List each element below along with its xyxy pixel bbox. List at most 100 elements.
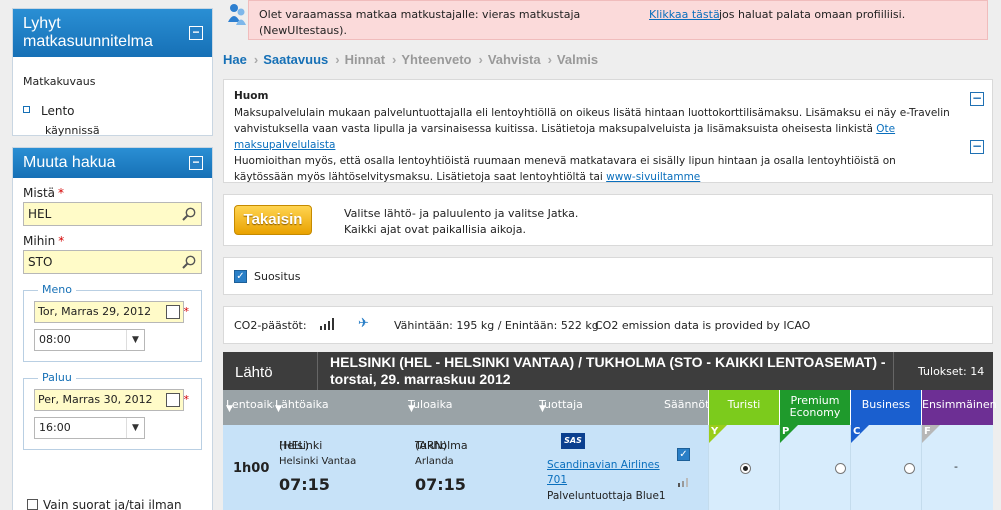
calendar-icon[interactable] [166,305,180,319]
fare-cell-first: F - [921,425,993,510]
outbound-group: Meno * Tor, Marras 29, 2012 08:00 ▼ [23,283,202,362]
fare-cell-economy[interactable]: Y [708,425,779,510]
itinerary-panel: Lyhyt matkasuunnitelma − Matkakuvaus Len… [12,8,213,137]
signal-bars-icon [678,478,688,487]
back-box: Takaisin Valitse lähtö- ja paluulento ja… [223,194,993,246]
search-panel: Muuta hakua − Mistä * HEL Mihin * STO Meno… [12,147,213,510]
class-letter-y: Y [711,426,719,437]
fare-radio-business[interactable] [904,463,915,474]
breadcrumb-step-search[interactable]: Hae [223,52,247,67]
flight-duration: 1h00 [233,461,270,476]
notice-link-suffix: jos haluat palata omaan profiiliisi. [719,8,906,21]
chevron-right-icon: › [253,52,259,67]
class-letter-p: P [782,426,790,437]
traveler-notice: Olet varaamassa matkaa matkustajalle: vi… [248,0,988,40]
return-time-select[interactable]: 16:00 ▼ [34,417,145,439]
column-depart[interactable]: Lähtöaika [275,398,329,411]
results-header: Lähtö HELSINKI (HEL - HELSINKI VANTAA) /… [223,352,993,390]
search-icon[interactable] [181,206,197,222]
fare-cell-business[interactable]: C [850,425,921,510]
travelers-icon [228,4,246,25]
flight-to-airport: Arlanda [415,456,454,467]
huom-paragraph-1: Maksupalvelulain mukaan palveluntuottaja… [234,107,950,151]
class-header-premium: Premium Economy [780,390,850,425]
back-button[interactable]: Takaisin [234,205,312,235]
column-rules: Säännöt [664,398,710,411]
flight-number-link[interactable]: 701 [547,474,567,486]
sort-arrow-icon: ▼ [539,404,546,414]
recommended-label: Suositus [254,270,301,283]
chevron-right-icon: › [335,52,340,67]
plane-icon: ✈ [358,316,369,331]
itinerary-item-label: Lento [41,104,75,118]
square-bullet-icon [23,106,30,113]
collapse-icon[interactable]: − [970,140,984,154]
return-date-field[interactable]: Per, Marras 30, 2012 [34,389,184,411]
outbound-time-select[interactable]: 08:00 ▼ [34,329,145,351]
from-field[interactable]: HEL [23,202,202,226]
notice-text: Olet varaamassa matkaa matkustajalle: vi… [259,8,581,21]
co2-box: CO2-päästöt: ✈ Vähintään: 195 kg / Enint… [223,306,993,344]
search-title: Muuta hakua − [13,148,212,178]
required-marker: * [183,393,190,406]
to-field[interactable]: STO [23,250,202,274]
collapse-icon[interactable]: − [970,92,984,106]
results-table: Lähtö HELSINKI (HEL - HELSINKI VANTAA) /… [223,352,997,510]
sort-arrow-icon: ▼ [226,404,233,414]
class-letter-f: F [924,426,931,437]
fare-radio-economy[interactable] [740,463,751,474]
co2-range: Vähintään: 195 kg / Enintään: 522 kg [394,319,599,332]
website-link[interactable]: www-sivuiltamme [606,171,700,183]
signal-bars-icon [320,318,334,330]
calendar-icon[interactable] [166,393,180,407]
notice-huom-box: Huom Maksupalvelulain mukaan palveluntuo… [223,79,993,183]
outbound-legend: Meno [38,283,76,296]
itinerary-item[interactable]: Lento käynnissä [23,104,202,137]
notice-text-2: (NewUItestaus). [259,24,347,37]
fare-cell-premium[interactable]: P [779,425,850,510]
rules-check-icon[interactable]: ✓ [677,448,690,461]
class-header-first: Ensimmäinen [922,390,997,425]
outbound-date-field[interactable]: Tor, Marras 29, 2012 [34,301,184,323]
first-class-unavailable: - [954,460,958,473]
instructions: Valitse lähtö- ja paluulento ja valitse … [344,207,579,236]
recommended-checkbox[interactable]: ✓ [234,270,247,283]
direct-only-checkbox[interactable] [27,499,38,510]
results-route: HELSINKI (HEL - HELSINKI VANTAA) / TUKHO… [330,354,886,387]
notice-link[interactable]: Klikkaa tästä [649,7,720,23]
breadcrumb-step-confirm: Vahvista [487,52,541,67]
class-header-business: Business [851,390,921,425]
recommended-filter: ✓ Suositus [223,257,993,295]
required-marker: * [183,305,190,318]
results-direction: Lähtö [223,352,318,390]
search-icon[interactable] [181,254,197,270]
flight-depart-time: 07:15 [279,475,330,494]
co2-label: CO2-päästöt: [234,319,307,332]
breadcrumb-step-availability[interactable]: Saatavuus [263,52,328,67]
fare-radio-premium[interactable] [835,463,846,474]
itinerary-description-label: Matkakuvaus [23,75,96,88]
itinerary-title: Lyhyt matkasuunnitelma − [13,9,212,57]
collapse-icon[interactable]: − [189,26,203,40]
class-header-economy: Turisti [709,390,779,425]
direct-only-option[interactable]: Vain suorat ja/tai ilman [27,498,182,510]
chevron-right-icon: › [547,52,552,67]
column-headers: Lentoaika Lähtöaika Tuloaika Tuottaja Sä… [223,390,710,425]
from-label: Mistä * [23,186,64,200]
results-count: Tulokset: 14 [893,352,993,390]
airline-link[interactable]: Scandinavian Airlines [547,459,660,471]
to-label: Mihin * [23,234,65,248]
chevron-down-icon: ▼ [126,330,144,350]
chevron-right-icon: › [478,52,483,67]
flight-operator: Palveluntuottaja Blue1 [547,490,666,502]
flight-row[interactable]: 1h00 Helsinki (HEL) Helsinki Vantaa 07:1… [223,425,708,510]
sort-arrow-icon: ▼ [275,404,282,414]
breadcrumb-step-summary: Yhteenveto [401,52,472,67]
sort-arrow-icon: ▼ [408,404,415,414]
column-duration[interactable]: Lentoaika [226,398,274,411]
chevron-down-icon: ▼ [126,418,144,438]
collapse-icon[interactable]: − [189,156,203,170]
return-group: Paluu * Per, Marras 30, 2012 16:00 ▼ [23,371,202,450]
huom-title: Huom [234,90,269,102]
flight-arrive-time: 07:15 [415,475,466,494]
